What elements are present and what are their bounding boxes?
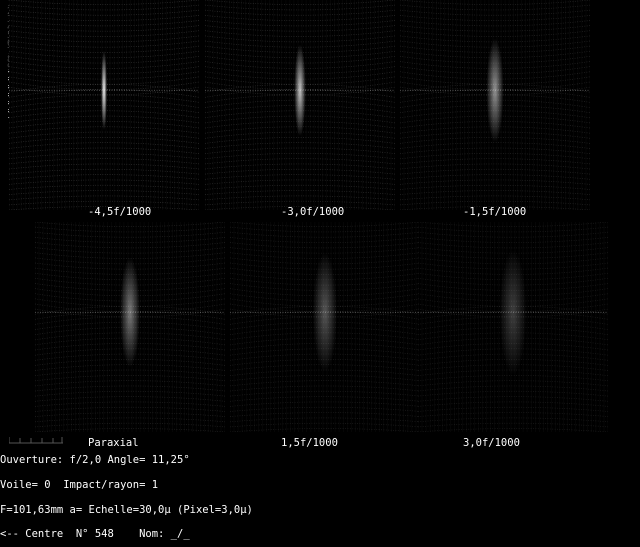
spot-panel-6 [418, 222, 608, 432]
spot-panel-2 [205, 0, 395, 210]
info-veil: Voile= 0 Impact/rayon= 1 [0, 479, 159, 492]
info-nav[interactable]: <-- Centre N° 548 Nom: _/_ [0, 529, 253, 540]
panel-label-1: -4,5f/1000 [88, 206, 152, 218]
spot-panel-4 [35, 222, 225, 432]
info-block: Ouverture: f/2,0 Angle= 11,25° Voile= 0 … [0, 440, 253, 547]
spot-panel-1 [9, 0, 199, 210]
panel-label-2: -3,0f/1000 [281, 206, 345, 218]
panel-label-6: 3,0f/1000 [463, 437, 520, 449]
spot-panel-3 [400, 0, 590, 210]
info-focal: F=101,63mm a= Echelle=30,0μ (Pixel=3,0μ) [0, 503, 253, 516]
info-aperture: Ouverture: f/2,0 Angle= 11,25° [0, 454, 190, 467]
panel-label-3: -1,5f/1000 [463, 206, 527, 218]
panel-label-5: 1,5f/1000 [281, 437, 338, 449]
spot-panel-5 [230, 222, 420, 432]
